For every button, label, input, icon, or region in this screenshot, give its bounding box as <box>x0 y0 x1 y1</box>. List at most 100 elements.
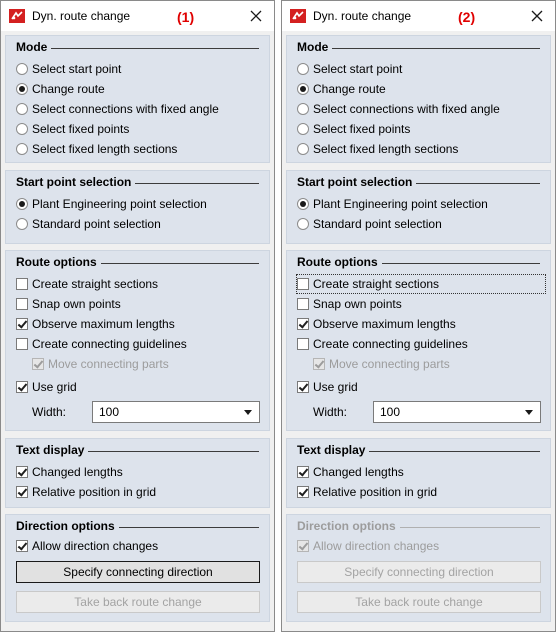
option-label: Select start point <box>313 62 403 76</box>
chevron-down-icon[interactable] <box>525 410 533 415</box>
route-options-heading: Route options <box>16 255 101 269</box>
option-label: Select fixed points <box>313 122 411 136</box>
checkbox-label: Relative position in grid <box>313 485 438 499</box>
start-point-group: Start point selection Plant Engineering … <box>5 170 270 244</box>
checkbox-label: Changed lengths <box>313 465 404 479</box>
text-display-heading: Text display <box>16 443 89 457</box>
radio-button-selected[interactable] <box>16 198 28 210</box>
checkbox-checked[interactable] <box>16 486 28 498</box>
option-label: Select start point <box>32 62 122 76</box>
panel-number-label: (1) <box>177 9 195 25</box>
checkbox-label: Relative position in grid <box>32 485 157 499</box>
specify-connecting-direction-button: Specify connecting direction <box>297 561 541 583</box>
checkbox[interactable] <box>297 278 309 290</box>
checkbox-label: Move connecting parts <box>48 357 169 371</box>
option-label: Select connections with fixed angle <box>313 102 500 116</box>
mode-heading: Mode <box>297 40 333 54</box>
width-label: Width: <box>313 405 348 419</box>
radio-button[interactable] <box>297 63 309 75</box>
checkbox-checked[interactable] <box>297 318 309 330</box>
route-change-dialog-1: Dyn. route change (1) Mode Select start … <box>0 0 275 632</box>
app-icon <box>290 9 306 23</box>
checkbox-label: Move connecting parts <box>329 357 450 371</box>
close-button[interactable] <box>525 4 549 28</box>
radio-button[interactable] <box>16 143 28 155</box>
direction-options-heading: Direction options <box>297 519 400 533</box>
radio-button[interactable] <box>16 63 28 75</box>
radio-button[interactable] <box>16 103 28 115</box>
width-value: 100 <box>380 405 401 419</box>
window-title: Dyn. route change <box>313 9 412 23</box>
window-title: Dyn. route change <box>32 9 131 23</box>
close-icon <box>250 10 262 22</box>
option-label: Change route <box>313 82 386 96</box>
checkbox-checked[interactable] <box>297 381 309 393</box>
option-label: Plant Engineering point selection <box>32 197 207 211</box>
width-label: Width: <box>32 405 67 419</box>
mode-group: Mode Select start point Change route Sel… <box>5 35 270 163</box>
option-label: Select connections with fixed angle <box>32 102 219 116</box>
checkbox-checked[interactable] <box>16 540 28 552</box>
direction-options-group: Direction options Allow direction change… <box>286 514 551 622</box>
radio-button-selected[interactable] <box>297 83 309 95</box>
checkbox-label: Observe maximum lengths <box>32 317 175 331</box>
option-label: Standard point selection <box>32 217 161 231</box>
checkbox-label: Create connecting guidelines <box>313 337 468 351</box>
radio-button-selected[interactable] <box>297 198 309 210</box>
option-label: Select fixed points <box>32 122 130 136</box>
checkbox-checked[interactable] <box>16 318 28 330</box>
checkbox-checked[interactable] <box>16 381 28 393</box>
mode-group: Mode Select start point Change route Sel… <box>286 35 551 163</box>
width-select[interactable]: 100 <box>373 401 541 423</box>
start-point-heading: Start point selection <box>16 175 136 189</box>
option-label: Standard point selection <box>313 217 442 231</box>
checkbox-checked[interactable] <box>297 486 309 498</box>
radio-button[interactable] <box>16 218 28 230</box>
checkbox-label: Create straight sections <box>313 277 440 291</box>
width-value: 100 <box>99 405 120 419</box>
route-options-group: Route options Create straight sections S… <box>5 250 270 431</box>
radio-button-selected[interactable] <box>16 83 28 95</box>
checkbox-checked[interactable] <box>16 466 28 478</box>
checkbox-label: Snap own points <box>313 297 402 311</box>
checkbox-label: Allow direction changes <box>32 539 159 553</box>
radio-button[interactable] <box>297 103 309 115</box>
route-options-group: Route options Create straight sections S… <box>286 250 551 431</box>
title-bar: Dyn. route change (2) <box>282 1 555 31</box>
radio-button[interactable] <box>297 143 309 155</box>
start-point-group: Start point selection Plant Engineering … <box>286 170 551 244</box>
radio-button[interactable] <box>297 218 309 230</box>
checkbox[interactable] <box>297 298 309 310</box>
close-button[interactable] <box>244 4 268 28</box>
checkbox-label: Create straight sections <box>32 277 159 291</box>
specify-connecting-direction-button[interactable]: Specify connecting direction <box>16 561 260 583</box>
option-label: Change route <box>32 82 105 96</box>
route-options-heading: Route options <box>297 255 382 269</box>
take-back-route-change-button[interactable]: Take back route change <box>16 591 260 613</box>
title-bar: Dyn. route change (1) <box>1 1 274 31</box>
checkbox-label: Observe maximum lengths <box>313 317 456 331</box>
checkbox[interactable] <box>16 298 28 310</box>
radio-button[interactable] <box>297 123 309 135</box>
checkbox-checked[interactable] <box>297 466 309 478</box>
width-select[interactable]: 100 <box>92 401 260 423</box>
text-display-group: Text display Changed lengths Relative po… <box>5 438 270 508</box>
checkbox-label: Changed lengths <box>32 465 123 479</box>
option-label: Select fixed length sections <box>313 142 459 156</box>
panel-number-label: (2) <box>458 9 476 25</box>
direction-options-heading: Direction options <box>16 519 119 533</box>
checkbox-disabled <box>313 358 325 370</box>
direction-options-group: Direction options Allow direction change… <box>5 514 270 622</box>
option-label: Plant Engineering point selection <box>313 197 488 211</box>
checkbox-label: Create connecting guidelines <box>32 337 187 351</box>
text-display-group: Text display Changed lengths Relative po… <box>286 438 551 508</box>
checkbox[interactable] <box>16 278 28 290</box>
checkbox-label: Use grid <box>32 380 77 394</box>
chevron-down-icon[interactable] <box>244 410 252 415</box>
create-straight-sections-checkbox[interactable]: Create straight sections <box>296 274 546 294</box>
start-point-heading: Start point selection <box>297 175 417 189</box>
checkbox[interactable] <box>16 338 28 350</box>
radio-button[interactable] <box>16 123 28 135</box>
checkbox[interactable] <box>297 338 309 350</box>
checkbox-label: Snap own points <box>32 297 121 311</box>
